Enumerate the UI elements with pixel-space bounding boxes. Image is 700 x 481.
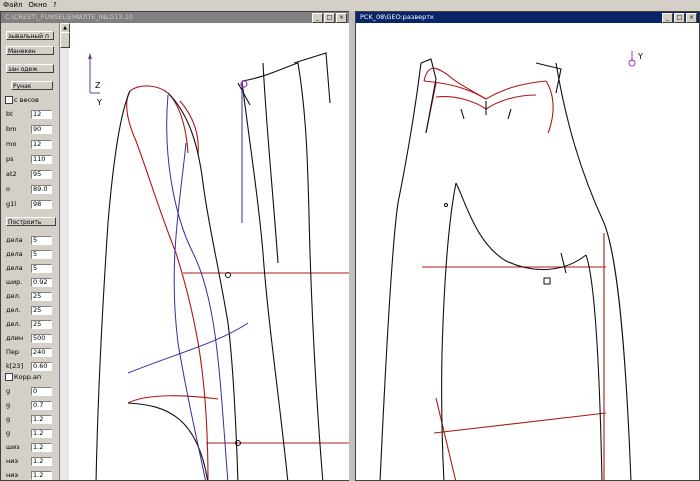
param-input[interactable]: 5 <box>31 264 52 273</box>
mannequin-button[interactable]: Манекен <box>6 46 54 55</box>
param-input[interactable]: 89.0 <box>31 185 52 194</box>
param-input[interactable]: 98 <box>31 200 52 209</box>
param-label: g <box>6 401 11 409</box>
axis-icon: Y <box>628 51 643 67</box>
close-button[interactable]: × <box>336 13 347 23</box>
left-window: C:\CREST\_FUNSEL\ЕМИЛТЕ_INLG13.10 _ □ × зы… <box>0 11 350 481</box>
param-label: ниэ <box>6 471 19 479</box>
param-input[interactable]: 0.7 <box>31 401 52 410</box>
black-pattern-lines <box>379 58 632 480</box>
control-point-icon[interactable] <box>543 277 551 285</box>
param-label: bt <box>6 110 13 118</box>
param-input[interactable]: 12 <box>31 140 52 149</box>
menu-file[interactable]: Файл <box>0 0 25 11</box>
param-input[interactable]: 1.2 <box>31 415 52 424</box>
param-label: k[23] <box>6 362 24 370</box>
right-drawing-canvas[interactable]: Y <box>356 23 699 481</box>
build-button[interactable]: Построить <box>6 217 56 226</box>
param-label: длин <box>6 334 24 342</box>
left-window-titlebar[interactable]: C:\CREST\_FUNSEL\ЕМИЛТЕ_INLG13.10 _ □ × <box>1 12 349 23</box>
checkbox-box <box>5 96 13 104</box>
param-input[interactable]: 25 <box>31 306 52 315</box>
checkbox-label: Корр.ап <box>14 373 42 381</box>
param-label: bm <box>6 125 17 133</box>
param-label: дела <box>6 250 23 258</box>
axis-z-label: Z <box>95 81 101 90</box>
red-pattern-lines <box>126 85 349 480</box>
sleeve-button[interactable]: Рунак <box>11 81 53 90</box>
param-input[interactable]: 240 <box>31 348 52 357</box>
axis-y-label: Y <box>637 52 643 61</box>
menu-help[interactable]: ? <box>50 0 60 11</box>
control-point-icon[interactable] <box>444 203 448 207</box>
basic-pattern-button[interactable]: зывальный п <box>6 31 54 40</box>
param-label: дел. <box>6 292 21 300</box>
param-label: дел. <box>6 320 21 328</box>
param-input[interactable]: 1.2 <box>31 471 52 480</box>
close-button[interactable]: × <box>686 13 697 23</box>
param-label: ps <box>6 155 14 163</box>
param-input[interactable]: 500 <box>31 334 52 343</box>
param-input[interactable]: 95 <box>31 170 52 179</box>
param-input[interactable]: 1.2 <box>31 457 52 466</box>
correction-checkbox[interactable]: Корр.ап <box>5 373 41 381</box>
garment-button[interactable]: зан одеж <box>6 64 54 73</box>
param-label: o <box>6 185 10 193</box>
param-input[interactable]: 12 <box>31 110 52 119</box>
param-label: at2 <box>6 170 17 178</box>
right-window-title: PCK_08\GEO:развертк <box>360 13 435 21</box>
param-label: шир. <box>6 278 23 286</box>
red-pattern-lines <box>422 67 607 480</box>
param-label: g <box>6 415 11 423</box>
weights-checkbox[interactable]: с весов <box>5 96 39 104</box>
param-input[interactable]: 0.92 <box>31 278 52 287</box>
minimize-button[interactable]: _ <box>662 13 673 23</box>
right-window: PCK_08\GEO:развертк _ □ × Y <box>355 11 700 481</box>
param-input[interactable]: 0 <box>31 387 52 396</box>
axis-icon: Z Y <box>88 53 102 107</box>
param-label: Пер <box>6 348 20 356</box>
right-window-titlebar[interactable]: PCK_08\GEO:развертк _ □ × <box>356 12 699 23</box>
param-label: g1l <box>6 200 17 208</box>
param-label: ниэ <box>6 457 19 465</box>
param-label: шиз <box>6 443 20 451</box>
minimize-button[interactable]: _ <box>312 13 323 23</box>
checkbox-box <box>5 373 13 381</box>
maximize-button[interactable]: □ <box>674 13 685 23</box>
blue-pattern-lines <box>127 81 249 480</box>
param-input[interactable]: 25 <box>31 292 52 301</box>
axis-y-label: Y <box>96 98 102 107</box>
black-pattern-lines <box>95 52 331 480</box>
param-input[interactable]: 1.2 <box>31 429 52 438</box>
param-input[interactable]: 0.60 <box>31 362 52 371</box>
checkbox-label: с весов <box>14 96 39 104</box>
param-label: mo <box>6 140 17 148</box>
param-label: дела <box>6 236 23 244</box>
param-input[interactable]: 110 <box>31 155 52 164</box>
maximize-button[interactable]: □ <box>324 13 335 23</box>
menu-window[interactable]: Окно <box>25 0 50 11</box>
param-input[interactable]: 90 <box>31 125 52 134</box>
param-input[interactable]: 1.2 <box>31 443 52 452</box>
left-drawing-canvas[interactable]: Z Y <box>68 23 350 481</box>
param-label: g <box>6 429 11 437</box>
param-label: дела <box>6 264 23 272</box>
param-input[interactable]: 5 <box>31 250 52 259</box>
param-label: дел. <box>6 306 21 314</box>
param-input[interactable]: 25 <box>31 320 52 329</box>
param-label: g <box>6 387 11 395</box>
param-input[interactable]: 5 <box>31 236 52 245</box>
left-window-title: C:\CREST\_FUNSEL\ЕМИЛТЕ_INLG13.10 <box>5 13 133 21</box>
parameter-panel: зывальный п Манекен зан одеж Рунак с вес… <box>1 23 60 480</box>
